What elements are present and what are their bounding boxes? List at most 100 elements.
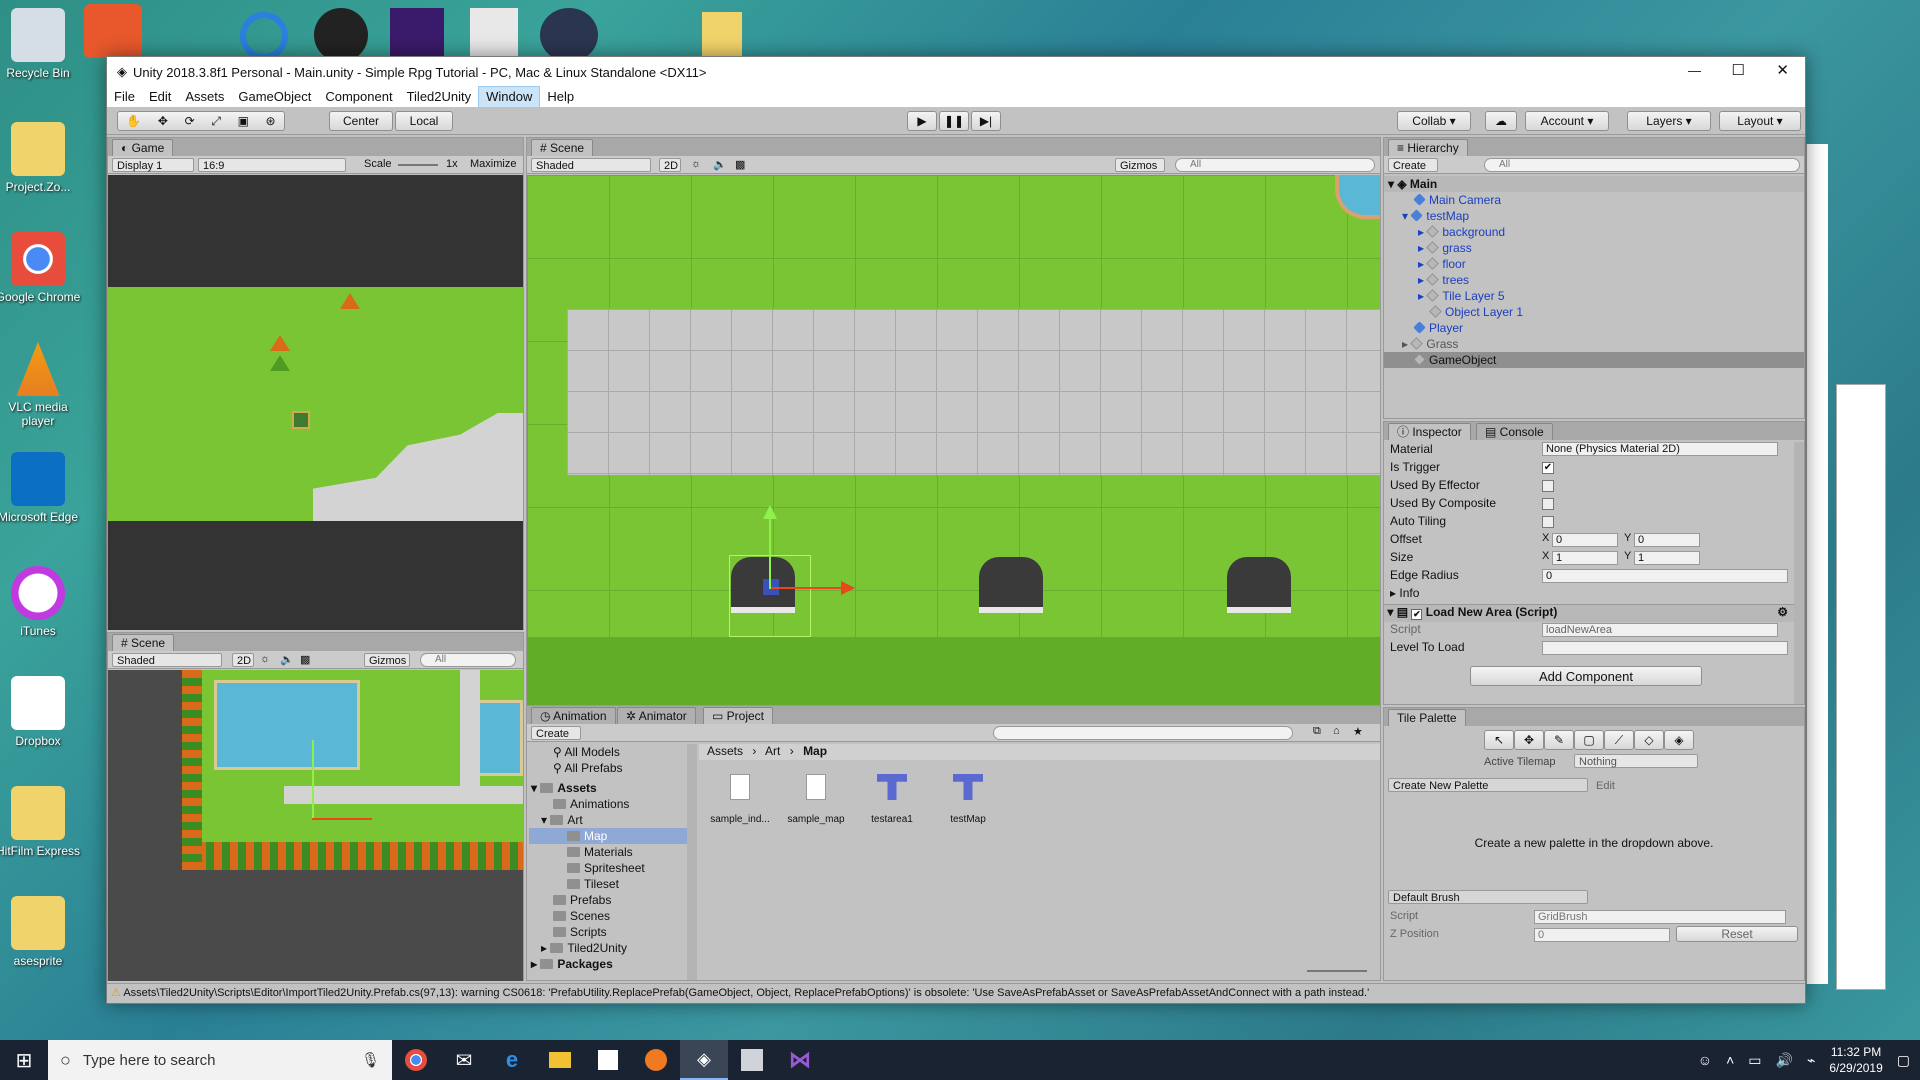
status-bar[interactable]: ⚠ Assets\Tiled2Unity\Scripts\Editor\Impo… <box>107 983 1805 1003</box>
used-by-effector-checkbox[interactable] <box>1542 480 1554 492</box>
shading-dropdown[interactable]: Shaded <box>531 158 651 172</box>
tab-hierarchy[interactable]: ≡ Hierarchy <box>1388 139 1468 156</box>
tree-scenes[interactable]: Scenes <box>529 908 687 924</box>
close-icon[interactable]: ✕ <box>1776 61 1789 79</box>
tree-spritesheet[interactable]: Spritesheet <box>529 860 687 876</box>
menu-tiled2unity[interactable]: Tiled2Unity <box>400 87 479 107</box>
create-palette-dropdown[interactable]: Create New Palette <box>1388 778 1588 792</box>
tree-assets[interactable]: ▾ Assets <box>529 780 687 796</box>
tree-map[interactable]: Map <box>529 828 687 844</box>
tree-art[interactable]: ▾ Art <box>529 812 687 828</box>
clock[interactable]: 11:32 PM 6/29/2019 <box>1829 1044 1882 1076</box>
app-icon-q[interactable] <box>240 12 288 60</box>
hier-floor[interactable]: ▸ floor <box>1384 256 1804 272</box>
doc-icon[interactable] <box>470 8 518 62</box>
menu-window[interactable]: Window <box>478 86 541 108</box>
favorite-all-models[interactable]: ⚲ All Models <box>529 744 687 760</box>
gizmo-y-arrow[interactable] <box>763 505 777 519</box>
hier-grass[interactable]: ▸ grass <box>1384 240 1804 256</box>
project-zomboid-icon[interactable]: Project.Zo... <box>0 122 82 194</box>
tab-scene[interactable]: # Scene <box>531 139 594 156</box>
scale-slider[interactable] <box>398 164 438 166</box>
microphone-icon[interactable]: 🎙 <box>361 1051 380 1069</box>
obs-icon[interactable] <box>314 8 368 62</box>
size-y-field[interactable]: 1 <box>1634 551 1700 565</box>
mail-taskbar-icon[interactable]: ✉ <box>440 1040 488 1080</box>
edge-radius-field[interactable]: 0 <box>1542 569 1788 583</box>
collab-button[interactable]: Collab ▾ <box>1397 111 1471 131</box>
gizmo-x-arrow[interactable] <box>841 581 855 595</box>
hitfilm-icon[interactable]: HitFilm Express <box>0 786 82 858</box>
hier-testmap[interactable]: ▾ testMap <box>1384 208 1804 224</box>
pause-button[interactable]: ❚❚ <box>939 111 969 131</box>
gizmo-x-axis[interactable] <box>771 587 841 589</box>
favorite-star-icon[interactable]: ★ <box>1353 725 1363 738</box>
menu-assets[interactable]: Assets <box>178 87 231 107</box>
scene-small-search[interactable]: All <box>420 653 516 667</box>
file-icon[interactable] <box>702 12 742 60</box>
breadcrumb-art[interactable]: Art <box>765 744 780 758</box>
scene-viewport[interactable] <box>527 175 1380 705</box>
game-icon[interactable] <box>390 8 444 62</box>
component-enabled-checkbox[interactable]: ✔ <box>1411 609 1423 620</box>
auto-tiling-checkbox[interactable] <box>1542 516 1554 528</box>
hier-tile-layer-5[interactable]: ▸ Tile Layer 5 <box>1384 288 1804 304</box>
component-header[interactable]: ▾ ▤ ✔ Load New Area (Script) ⚙ <box>1384 604 1794 622</box>
microsoft-edge-icon[interactable]: Microsoft Edge <box>0 452 82 524</box>
menu-gameobject[interactable]: GameObject <box>231 87 318 107</box>
inspector-scrollbar[interactable] <box>1794 442 1804 704</box>
hierarchy-create-dropdown[interactable]: Create <box>1388 158 1438 172</box>
vlc-icon[interactable]: VLC media player <box>0 342 82 428</box>
scene-search[interactable]: All <box>1175 158 1375 172</box>
file-sample-map[interactable]: sample_map <box>785 774 847 825</box>
tab-animator[interactable]: ✲ Animator <box>617 707 696 724</box>
reset-button[interactable]: Reset <box>1676 926 1798 942</box>
minimize-icon[interactable]: — <box>1688 63 1701 78</box>
explorer-taskbar-icon[interactable] <box>536 1040 584 1080</box>
tab-inspector[interactable]: ⓘ Inspector <box>1388 423 1471 440</box>
tree-materials[interactable]: Materials <box>529 844 687 860</box>
tab-scene-small[interactable]: # Scene <box>112 634 175 651</box>
play-button[interactable]: ▶ <box>907 111 937 131</box>
edge-taskbar-icon[interactable]: e <box>488 1040 536 1080</box>
hier-object-layer-1[interactable]: Object Layer 1 <box>1384 304 1804 320</box>
toggle-2d[interactable]: 2D <box>232 653 254 667</box>
asesprite-icon[interactable]: asesprite <box>0 896 82 968</box>
tree-scripts[interactable]: Scripts <box>529 924 687 940</box>
brush-dropdown[interactable]: Default Brush <box>1388 890 1588 904</box>
tree-animations[interactable]: Animations <box>529 796 687 812</box>
active-tilemap-dropdown[interactable]: Nothing <box>1574 754 1698 768</box>
hierarchy-search[interactable]: All <box>1484 158 1800 172</box>
used-by-composite-checkbox[interactable] <box>1542 498 1554 510</box>
script-field[interactable]: loadNewArea <box>1542 623 1778 637</box>
tree-scrollbar[interactable] <box>687 744 697 980</box>
tree-tileset[interactable]: Tileset <box>529 876 687 892</box>
volume-icon[interactable]: 🔊 <box>1776 1052 1793 1069</box>
scene-root[interactable]: ▾ ◈ Main <box>1384 176 1804 192</box>
itunes-icon[interactable]: iTunes <box>0 566 82 638</box>
size-x-field[interactable]: 1 <box>1552 551 1618 565</box>
menu-help[interactable]: Help <box>540 87 581 107</box>
hier-main-camera[interactable]: Main Camera <box>1384 192 1804 208</box>
tab-game[interactable]: ◐ Game <box>112 139 174 156</box>
gizmos-dropdown[interactable]: Gizmos <box>364 653 410 667</box>
level-to-load-field[interactable] <box>1542 641 1788 655</box>
unity-hub-taskbar-icon[interactable] <box>728 1040 776 1080</box>
prop-info[interactable]: ▸ Info <box>1390 586 1808 604</box>
rotate-tool-icon[interactable]: ⟳ <box>185 114 195 128</box>
effects-icon[interactable]: ▩ <box>300 653 310 666</box>
display-dropdown[interactable]: Display 1 <box>112 158 194 172</box>
network-icon[interactable]: ⌁ <box>1807 1052 1815 1069</box>
tree-tiled2unity[interactable]: ▸ Tiled2Unity <box>529 940 687 956</box>
file-testarea1[interactable]: testarea1 <box>861 774 923 825</box>
app-icon-p[interactable] <box>84 4 142 58</box>
offset-x-field[interactable]: 0 <box>1552 533 1618 547</box>
firefox-taskbar-icon[interactable] <box>632 1040 680 1080</box>
effects-icon[interactable]: ▩ <box>735 158 745 171</box>
transform-tool-icon[interactable]: ⊛ <box>266 114 276 128</box>
visual-studio-taskbar-icon[interactable]: ⋈ <box>776 1040 824 1080</box>
account-dropdown[interactable]: Account ▾ <box>1525 111 1609 131</box>
tab-console[interactable]: ▤ Console <box>1476 423 1553 440</box>
unity-taskbar-icon[interactable]: ◈ <box>680 1040 728 1080</box>
picker-icon[interactable]: ⟋ <box>1604 730 1634 750</box>
